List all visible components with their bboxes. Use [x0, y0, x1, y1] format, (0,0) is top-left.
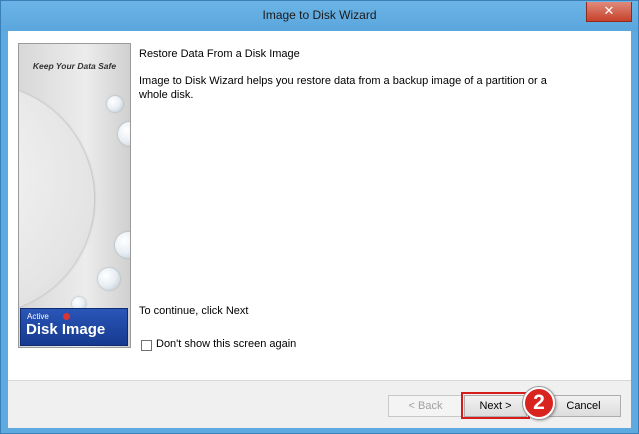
continue-instruction: To continue, click Next: [139, 305, 249, 317]
step-callout-badge: 2: [523, 387, 555, 419]
next-button-highlight: [461, 392, 530, 419]
bubble-decoration: [118, 122, 130, 146]
bubble-decoration: [98, 268, 120, 290]
banner-tagline: Keep Your Data Safe: [32, 61, 117, 71]
close-button[interactable]: ✕: [586, 2, 632, 22]
wizard-client-area: Keep Your Data Safe Active Disk Image Re…: [8, 31, 631, 428]
back-button[interactable]: < Back: [388, 395, 463, 417]
logo-mark-icon: [63, 313, 70, 320]
bubble-decoration: [107, 96, 123, 112]
window-title: Image to Disk Wizard: [262, 8, 377, 22]
bubble-decoration: [115, 232, 130, 258]
logo-small-text: Active: [27, 312, 49, 321]
product-logo: Active Disk Image: [20, 308, 128, 346]
content-pane: Keep Your Data Safe Active Disk Image Re…: [8, 31, 631, 381]
logo-big-text: Disk Image: [26, 321, 106, 338]
close-icon: ✕: [603, 4, 615, 19]
decorative-disc: [19, 84, 94, 314]
dont-show-checkbox[interactable]: [141, 340, 152, 351]
dont-show-label[interactable]: Don't show this screen again: [156, 338, 296, 350]
page-heading: Restore Data From a Disk Image: [139, 48, 300, 60]
cancel-button[interactable]: Cancel: [546, 395, 621, 417]
page-description: Image to Disk Wizard helps you restore d…: [139, 75, 547, 101]
wizard-window: Image to Disk Wizard ✕ Keep Your Data Sa…: [0, 0, 639, 434]
title-bar[interactable]: Image to Disk Wizard ✕: [1, 1, 638, 31]
side-banner: Keep Your Data Safe Active Disk Image: [18, 43, 131, 348]
